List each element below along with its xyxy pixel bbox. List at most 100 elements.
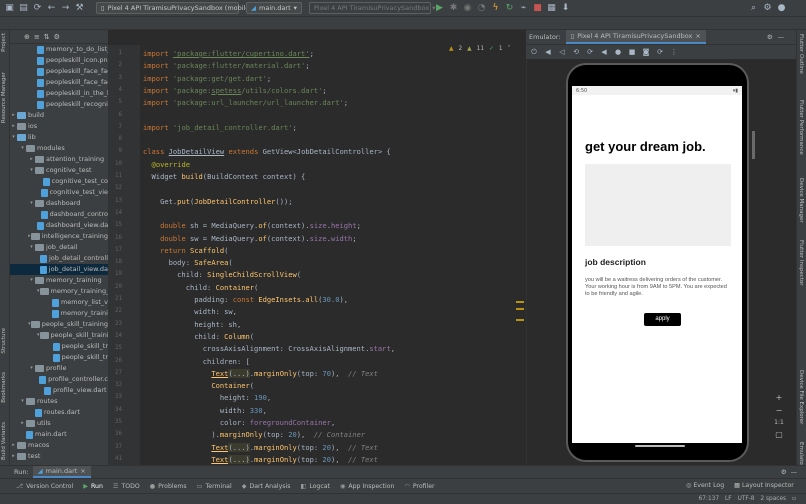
warning-marker[interactable] — [516, 319, 524, 321]
chevron-icon[interactable]: ▾ — [28, 242, 35, 253]
rotate-right-icon[interactable]: ⟳ — [586, 48, 594, 56]
home-icon[interactable]: ● — [614, 48, 622, 56]
emulator-device-tab[interactable]: ▯ Pixel 4 API TiramisuPrivacySandbox × — [565, 30, 706, 44]
tree-file[interactable]: peopleskill_recogniti — [10, 99, 108, 110]
hot-restart-icon[interactable]: ↻ — [504, 3, 515, 14]
bottom-tab[interactable]: ▶ Run — [83, 483, 103, 490]
tree-file[interactable]: peopleskill_face_fac — [10, 77, 108, 88]
bottom-tab[interactable]: ☰ TODO — [113, 483, 140, 490]
inspection-widget[interactable]: ▲2 ▲11 ✓1 ˄ ˅ — [449, 46, 518, 52]
chevron-icon[interactable]: ▾ — [28, 198, 35, 209]
zoom-in-button[interactable]: + — [776, 393, 783, 402]
tree-folder[interactable]: ▾ cognitive_test — [10, 165, 108, 176]
chevron-icon[interactable]: ▾ — [28, 363, 35, 374]
resource-manager-tab[interactable]: Resource Manager — [1, 72, 7, 123]
chevron-icon[interactable]: ▾ — [28, 165, 35, 176]
code-line[interactable]: Text(...).marginOnly(top: 70), // Text — [143, 368, 378, 378]
tree-file[interactable]: peopleskill_in_the_k — [10, 88, 108, 99]
code-line[interactable]: Container( — [143, 381, 254, 390]
gear-icon[interactable]: ⚙ — [781, 468, 787, 476]
bottom-tab[interactable]: ◧ Logcat — [300, 483, 330, 490]
tree-file[interactable]: people_skill_tr — [10, 341, 108, 352]
tree-folder[interactable]: ▾ people_skill_training — [10, 319, 108, 330]
code-line[interactable]: crossAxisAlignment: CrossAxisAlignment.s… — [143, 344, 395, 353]
code-line[interactable]: @override — [143, 160, 190, 169]
code-line[interactable]: Text(...).marginOnly(top: 20), // Text — [143, 442, 378, 452]
file-encoding[interactable]: UTF-8 — [738, 496, 755, 502]
code-line[interactable]: class JobDetailView extends GetView<JobD… — [143, 147, 391, 156]
more-icon[interactable]: ⋮ — [670, 48, 678, 56]
tree-folder[interactable]: ▾ modules — [10, 143, 108, 154]
tree-file[interactable]: profile_view.dart — [10, 385, 108, 396]
bottom-tab[interactable]: ◠ Profiler — [404, 483, 434, 490]
gear-icon[interactable]: ⚙ — [54, 33, 60, 41]
code-line[interactable]: Get.put(JobDetailController()); — [143, 197, 292, 206]
code-line[interactable]: Text(...).marginOnly(top: 20), // Text — [143, 454, 378, 464]
tree-folder[interactable]: ▾ routes — [10, 396, 108, 407]
coverage-icon[interactable]: ◉ — [462, 3, 473, 14]
tree-file[interactable]: dashboard_contro — [10, 209, 108, 220]
bottom-tab[interactable]: ⎇ Version Control — [16, 483, 73, 490]
tree-file[interactable]: job_detail_view.da — [10, 264, 108, 275]
bottom-tab[interactable]: ◆ Dart Analysis — [242, 483, 291, 490]
close-icon[interactable]: × — [80, 467, 85, 475]
save-icon[interactable]: ▤ — [18, 3, 29, 14]
settings-icon[interactable]: ⚙ — [762, 3, 773, 14]
overview-icon[interactable]: ■ — [628, 48, 636, 56]
tree-folder[interactable]: ▸ ios — [10, 121, 108, 132]
tree-file[interactable]: dashboard_view.dar — [10, 220, 108, 231]
profile-icon[interactable]: ◔ — [476, 3, 487, 14]
project-tool-tab[interactable]: Project — [1, 33, 7, 52]
build-variants-tab[interactable]: Build Variants — [1, 422, 7, 460]
warning-marker[interactable] — [516, 308, 524, 310]
device-mirror-icon[interactable]: ▦ — [546, 3, 557, 14]
tree-file[interactable]: job_detail_controll — [10, 253, 108, 264]
debug-icon[interactable]: ✱ — [448, 3, 459, 14]
bookmarks-tab[interactable]: Bookmarks — [1, 372, 7, 403]
code-line[interactable]: child: Container( — [143, 283, 259, 292]
code-line[interactable]: import 'package:flutter/cupertino.dart'; — [143, 49, 314, 58]
open-folder-icon[interactable]: ▣ — [4, 3, 15, 14]
fit-screen-icon[interactable]: ▢ — [775, 430, 783, 439]
tree-folder[interactable]: ▾ lib — [10, 132, 108, 143]
sdk-manager-icon[interactable]: ⬇ — [560, 3, 571, 14]
flutter-performance-tab[interactable]: Flutter Performance — [798, 100, 804, 155]
code-line[interactable]: color: foregroundContainer, — [143, 418, 335, 427]
flutter-inspector-tab[interactable]: Flutter Inspector — [798, 240, 804, 286]
minimize-icon[interactable]: — — [778, 33, 785, 41]
chevron-up-icon[interactable]: ˄ — [508, 46, 511, 52]
tree-file[interactable]: peopleskill_face_fac — [10, 66, 108, 77]
event-log-button[interactable]: ◎ Event Log — [686, 482, 724, 489]
attach-icon[interactable]: ⌁ — [518, 3, 529, 14]
code-line[interactable]: import 'job_detail_controller.dart'; — [143, 123, 297, 132]
back-icon[interactable]: ◀ — [600, 48, 608, 56]
tree-file[interactable]: peopleskill_icon.png — [10, 55, 108, 66]
rotate-left-icon[interactable]: ⟲ — [572, 48, 580, 56]
lock-icon[interactable]: ▫ — [792, 496, 796, 502]
tree-file[interactable]: people_skill_tr — [10, 352, 108, 363]
code-line[interactable]: child: Column( — [143, 332, 254, 341]
tree-folder[interactable]: ▸ utils — [10, 418, 108, 429]
expand-all-icon[interactable]: ⇅ — [44, 33, 50, 41]
tree-folder[interactable]: ▸ attention_training — [10, 154, 108, 165]
tree-file[interactable]: routes.dart — [10, 407, 108, 418]
tree-folder[interactable]: ▸ build — [10, 110, 108, 121]
chevron-icon[interactable]: ▸ — [10, 440, 17, 451]
sdk-icon[interactable]: ⚒ — [74, 3, 85, 14]
tree-folder[interactable]: ▾ job_detail — [10, 242, 108, 253]
zoom-out-button[interactable]: − — [776, 406, 783, 415]
code-line[interactable]: return Scaffold( — [143, 246, 228, 255]
gear-icon[interactable]: ⚙ — [767, 33, 773, 41]
code-line[interactable]: Widget build(BuildContext context) { — [143, 172, 306, 181]
run-config-selector[interactable]: ◢ main.dart ▾ — [246, 2, 302, 14]
tree-folder[interactable]: ▾ memory_training_ — [10, 286, 108, 297]
target-device-selector[interactable]: Pixel 4 API TiramisuPrivacySandbox ▾ — [309, 2, 435, 14]
collapse-all-icon[interactable]: ≡ — [34, 33, 40, 41]
flutter-outline-tab[interactable]: Flutter Outline — [798, 34, 804, 74]
sync-icon[interactable]: ⟳ — [32, 3, 43, 14]
device-selector[interactable]: ▯ Pixel 4 API TiramisuPrivacySandbox (mo… — [96, 2, 258, 14]
chevron-icon[interactable]: ▾ — [19, 143, 26, 154]
run-config-tab[interactable]: ◢ main.dart × — [32, 466, 91, 478]
caret-position[interactable]: 67:137 — [699, 496, 719, 502]
line-separator[interactable]: LF — [725, 496, 732, 502]
